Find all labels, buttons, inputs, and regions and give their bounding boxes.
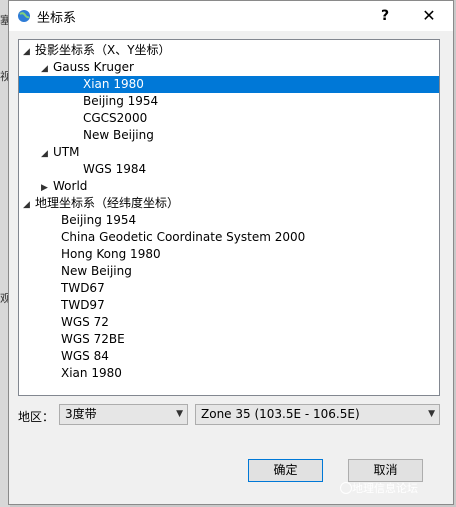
tree-item-geo[interactable]: Xian 1980: [19, 365, 122, 382]
tree-item-geo[interactable]: WGS 84: [19, 348, 109, 365]
zone-label: 地区：: [18, 410, 55, 424]
cancel-button[interactable]: 取消: [348, 459, 423, 482]
chevron-down-icon: ▼: [428, 409, 435, 419]
close-button[interactable]: ✕: [407, 1, 451, 31]
coordinate-tree[interactable]: ◢ 投影坐标系（X、Y坐标） ◢ Gauss Kruger Xian 1980 Be…: [18, 39, 440, 396]
tree-node-geographic[interactable]: ◢ 地理坐标系（经纬度坐标）: [19, 195, 179, 212]
watermark-icon: [340, 482, 352, 494]
tree-item-geo[interactable]: China Geodetic Coordinate System 2000: [19, 229, 305, 246]
tree-item-geo[interactable]: TWD67: [19, 280, 105, 297]
chevron-down-icon: ▼: [176, 409, 183, 419]
help-button[interactable]: ?: [363, 1, 407, 31]
tree-item-geo[interactable]: WGS 72BE: [19, 331, 125, 348]
ok-button[interactable]: 确定: [248, 459, 323, 482]
coordinate-system-dialog: 坐标系 ? ✕ ◢ 投影坐标系（X、Y坐标） ◢ Gauss Kruger Xian…: [8, 0, 454, 505]
tree-item-geo[interactable]: Beijing 1954: [19, 212, 136, 229]
tree-node-utm[interactable]: ◢ UTM: [19, 144, 79, 161]
window-title: 坐标系: [37, 11, 77, 26]
globe-icon: [18, 10, 30, 22]
tree-item-geo[interactable]: Hong Kong 1980: [19, 246, 161, 263]
tree-item-wgs-1984[interactable]: WGS 1984: [19, 161, 146, 178]
tree-node-projected[interactable]: ◢ 投影坐标系（X、Y坐标）: [19, 42, 171, 59]
tree-item-cgcs2000[interactable]: CGCS2000: [19, 110, 147, 127]
tree-item-geo[interactable]: TWD97: [19, 297, 105, 314]
tree-item-new-beijing[interactable]: New Beijing: [19, 127, 154, 144]
tree-node-world[interactable]: ▶ World: [19, 178, 87, 195]
band-select[interactable]: 3度带 ▼: [59, 404, 188, 425]
tree-node-gauss-kruger[interactable]: ◢ Gauss Kruger: [19, 59, 134, 76]
zone-select[interactable]: Zone 35 (103.5E - 106.5E) ▼: [195, 404, 440, 425]
watermark-text: 地理信息论坛: [352, 482, 418, 495]
tree-item-geo[interactable]: WGS 72: [19, 314, 109, 331]
title-bar[interactable]: 坐标系 ? ✕: [9, 1, 453, 31]
tree-item-geo[interactable]: New Beijing: [19, 263, 132, 280]
tree-item-xian-1980[interactable]: Xian 1980: [19, 76, 439, 93]
tree-item-beijing-1954[interactable]: Beijing 1954: [19, 93, 158, 110]
